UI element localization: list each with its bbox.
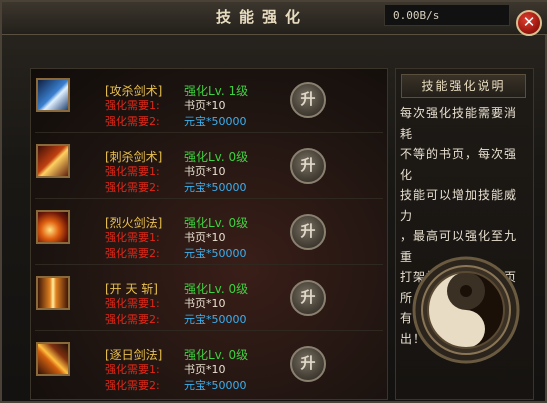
upgrade-button[interactable]: 升 <box>290 280 326 316</box>
window-title: 技能强化 <box>215 8 308 26</box>
gold-cost: 元宝*50000 <box>184 247 247 260</box>
info-line: 技能可以增加技能威力 <box>400 188 518 223</box>
blazing-fire-icon[interactable] <box>36 210 70 244</box>
row-divider <box>35 264 383 265</box>
requirement-1: 强化需要1: <box>105 297 160 310</box>
info-line: 不等的书页，每次强化 <box>400 147 518 182</box>
info-line: 每次强化技能需要消耗 <box>400 106 518 141</box>
requirement-2: 强化需要2: <box>105 115 160 128</box>
requirement-2: 强化需要2: <box>105 247 160 260</box>
thrust-slash-icon[interactable] <box>36 144 70 178</box>
page-cost: 书页*10 <box>184 363 226 376</box>
skill-row: [烈火剑法] 强化需要1: 强化需要2: 强化Lv. 0级 书页*10 元宝*5… <box>31 201 387 265</box>
requirement-1: 强化需要1: <box>105 363 160 376</box>
info-panel: 技能强化说明 每次强化技能需要消耗 不等的书页，每次强化 技能可以增加技能威力 … <box>395 68 534 400</box>
heaven-split-icon[interactable] <box>36 276 70 310</box>
info-title: 技能强化说明 <box>401 74 526 98</box>
requirement-2: 强化需要2: <box>105 379 160 392</box>
requirement-1: 强化需要1: <box>105 231 160 244</box>
gold-cost: 元宝*50000 <box>184 115 247 128</box>
requirement-2: 强化需要2: <box>105 313 160 326</box>
upgrade-button[interactable]: 升 <box>290 346 326 382</box>
page-cost: 书页*10 <box>184 231 226 244</box>
close-button[interactable]: ✕ <box>516 10 542 36</box>
requirement-1: 强化需要1: <box>105 165 160 178</box>
skill-row: [逐日剑法] 强化需要1: 强化需要2: 强化Lv. 0级 书页*10 元宝*5… <box>31 333 387 397</box>
page-cost: 书页*10 <box>184 99 226 112</box>
requirement-1: 强化需要1: <box>105 99 160 112</box>
close-icon: ✕ <box>522 13 536 31</box>
requirement-2: 强化需要2: <box>105 181 160 194</box>
row-divider <box>35 132 383 133</box>
skill-enhance-window: 技能强化 0.00B/s ✕ [攻杀剑术] 强化需要1: 强化需要2: 强化Lv… <box>0 0 547 403</box>
skill-row: [开 天 斩] 强化需要1: 强化需要2: 强化Lv. 0级 书页*10 元宝*… <box>31 267 387 331</box>
gold-cost: 元宝*50000 <box>184 379 247 392</box>
upgrade-button[interactable]: 升 <box>290 148 326 184</box>
row-divider <box>35 330 383 331</box>
gold-cost: 元宝*50000 <box>184 181 247 194</box>
title-bar[interactable]: 技能强化 0.00B/s <box>2 2 547 35</box>
page-cost: 书页*10 <box>184 297 226 310</box>
gold-cost: 元宝*50000 <box>184 313 247 326</box>
taiji-icon <box>411 255 521 365</box>
skill-list: [攻杀剑术] 强化需要1: 强化需要2: 强化Lv. 1级 书页*10 元宝*5… <box>30 68 388 400</box>
network-speed: 0.00B/s <box>384 4 510 26</box>
skill-row: [攻杀剑术] 强化需要1: 强化需要2: 强化Lv. 1级 书页*10 元宝*5… <box>31 69 387 133</box>
row-divider <box>35 198 383 199</box>
upgrade-button[interactable]: 升 <box>290 214 326 250</box>
attack-slash-icon[interactable] <box>36 78 70 112</box>
upgrade-button[interactable]: 升 <box>290 82 326 118</box>
sun-chase-icon[interactable] <box>36 342 70 376</box>
page-cost: 书页*10 <box>184 165 226 178</box>
skill-row: [刺杀剑术] 强化需要1: 强化需要2: 强化Lv. 0级 书页*10 元宝*5… <box>31 135 387 199</box>
